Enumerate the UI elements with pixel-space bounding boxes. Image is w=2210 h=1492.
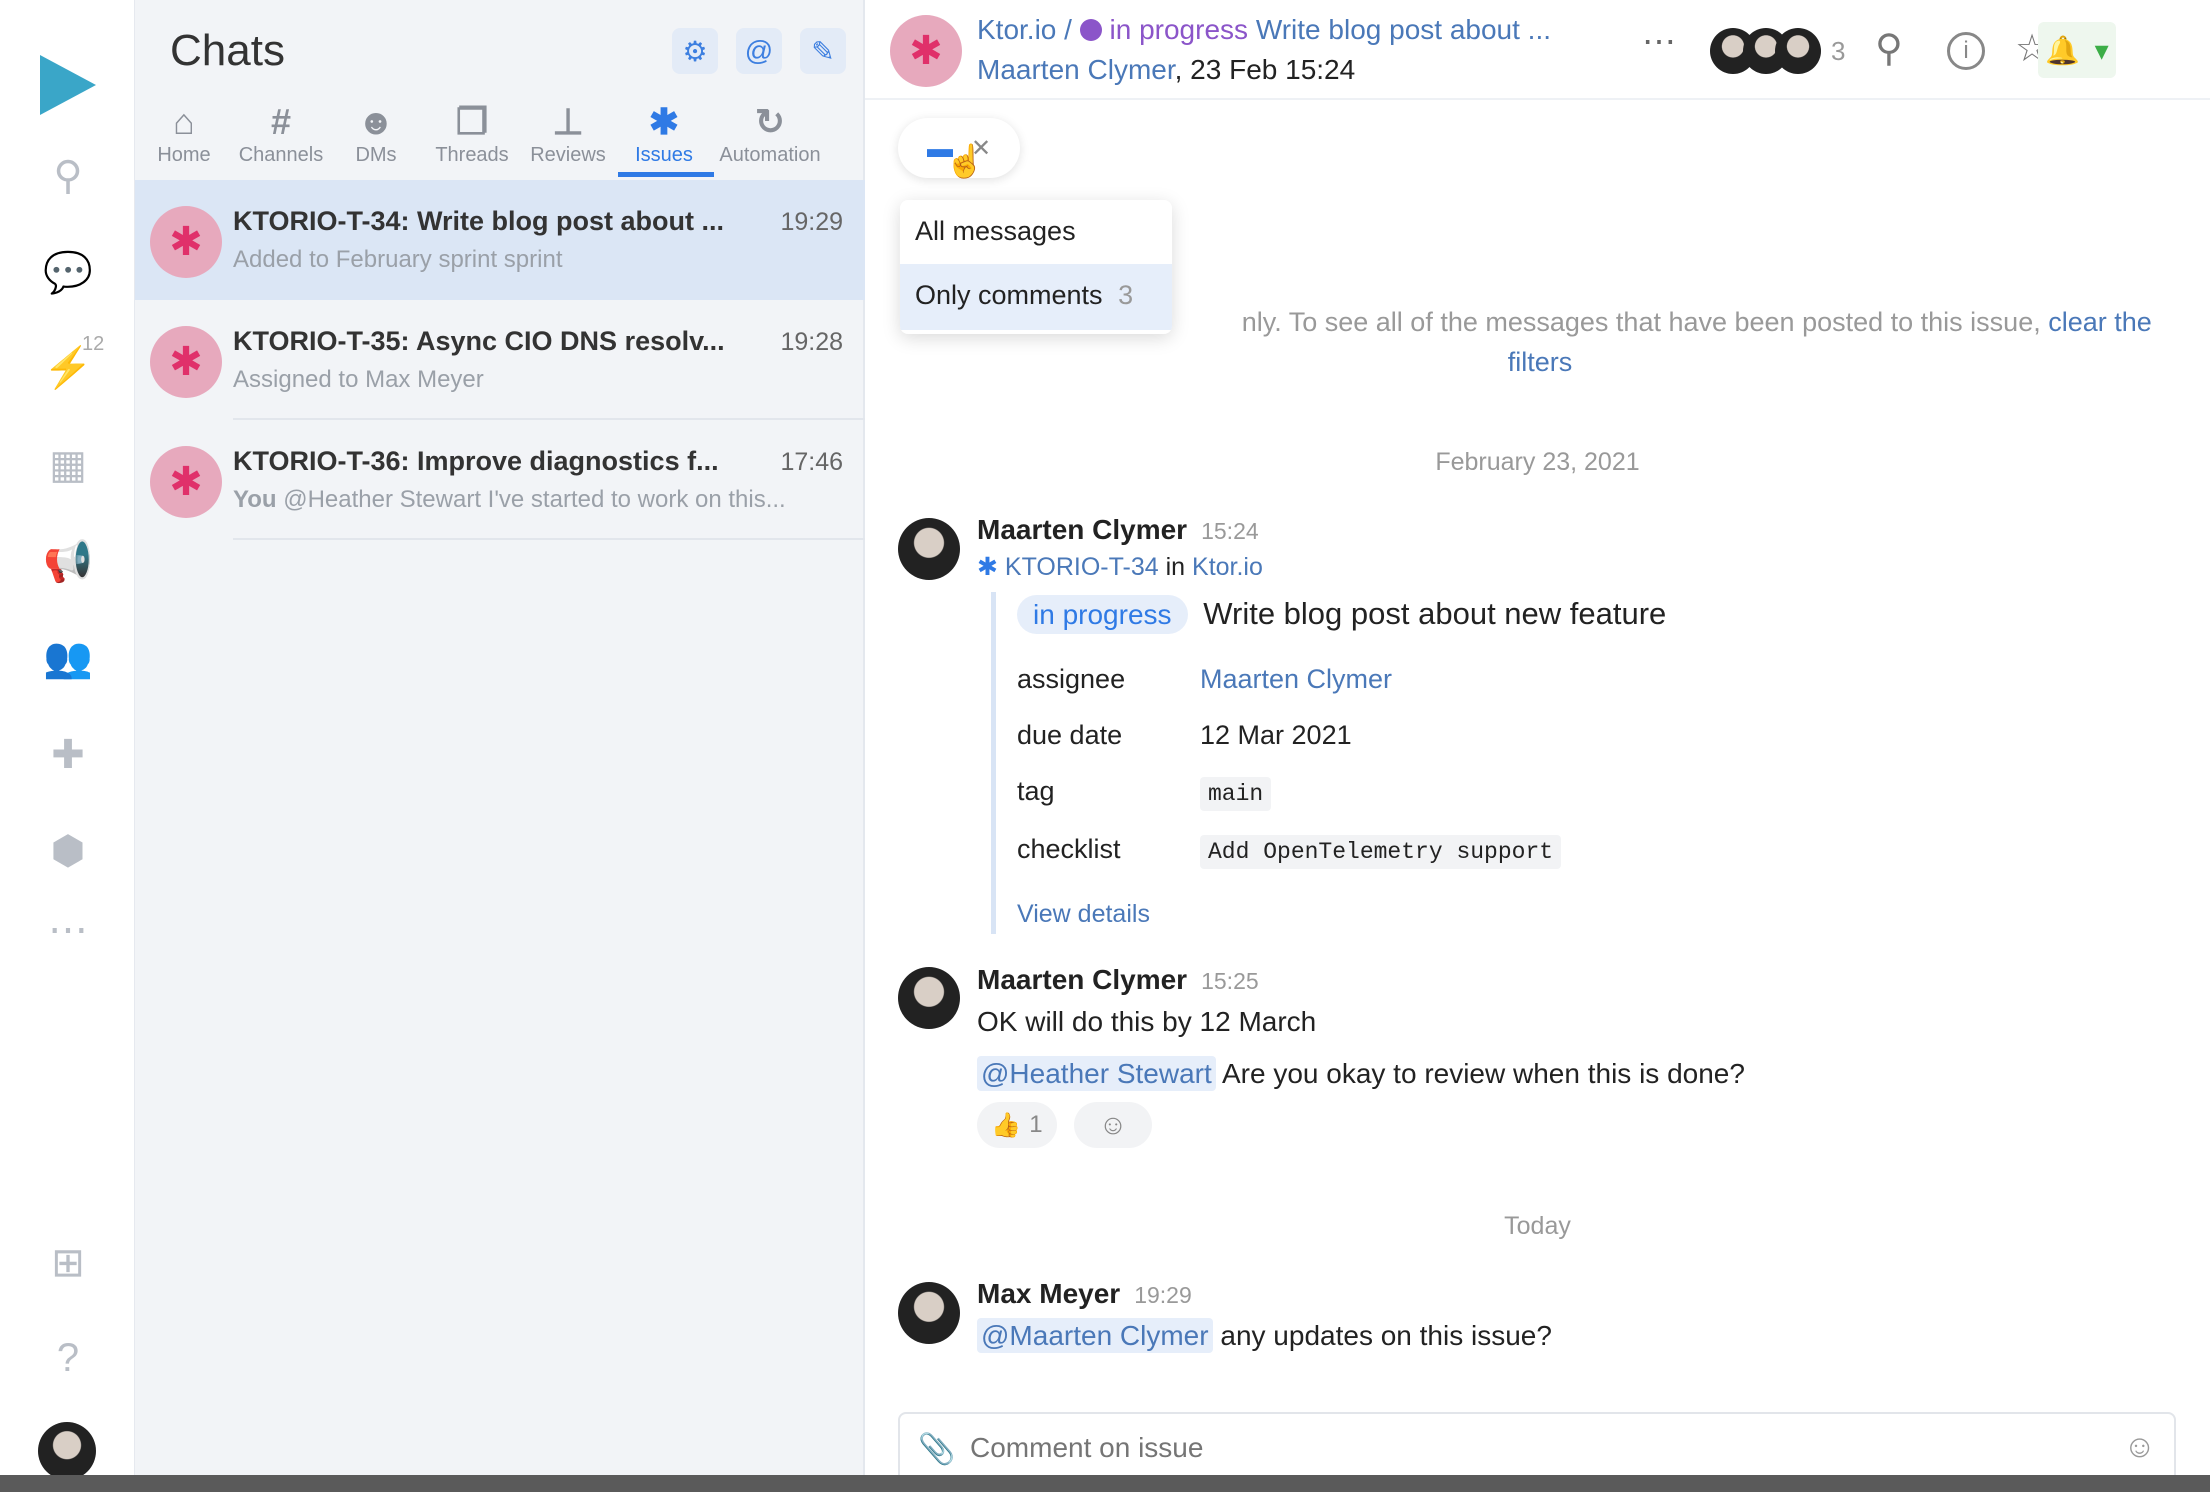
settings-button[interactable]: ⚙ [672, 28, 718, 74]
avatar[interactable] [898, 1282, 960, 1344]
date-separator: February 23, 2021 [1435, 448, 1640, 476]
date-separator: Today [1504, 1212, 1571, 1240]
tab-reviews[interactable]: ⊥ Reviews [520, 100, 616, 167]
mention[interactable]: @Heather Stewart [977, 1056, 1216, 1091]
bell-icon: 🔔 [2045, 34, 2081, 66]
refresh-icon: ↻ [754, 101, 786, 142]
activity-badge: 12 [82, 333, 105, 355]
status-badge: in progress [1017, 595, 1188, 634]
divider [233, 538, 865, 540]
comment-input[interactable] [970, 1426, 2070, 1470]
tab-issues[interactable]: ✱ Issues [616, 100, 714, 177]
issue-title[interactable]: Write blog post about new feature [1203, 596, 1666, 631]
chevron-down-icon: ▾ [2094, 34, 2109, 66]
add-icon[interactable]: ⊞ [42, 1237, 94, 1289]
thumbs-up-icon: 👍 [991, 1111, 1022, 1139]
profile-avatar[interactable] [38, 1422, 96, 1480]
bottom-bar [0, 1475, 2210, 1492]
avatar[interactable] [898, 967, 960, 1029]
compose-button[interactable]: ✎ [800, 28, 846, 74]
apps-icon[interactable]: ▦ [42, 439, 94, 491]
help-icon[interactable]: ? [42, 1332, 94, 1384]
asterisk-icon: ✱ [977, 553, 998, 581]
issue-avatar: ✱ [150, 206, 222, 278]
list-item[interactable]: ✱ KTORIO-T-36: Improve diagnostics f... … [135, 420, 865, 540]
project-link[interactable]: Ktor.io [977, 14, 1056, 45]
list-item[interactable]: ✱ KTORIO-T-35: Async CIO DNS resolv... 1… [135, 300, 865, 420]
option-all-messages[interactable]: All messages [900, 200, 1172, 264]
more-icon[interactable]: ⋯ [42, 904, 94, 956]
tab-home[interactable]: ⌂ Home [136, 100, 232, 167]
clear-filters-link[interactable]: filters [1508, 347, 1573, 377]
option-only-comments[interactable]: Only comments 3 [900, 264, 1172, 330]
tab-threads[interactable]: ❐ Threads [424, 100, 520, 167]
issue-link[interactable]: KTORIO-T-34 [1005, 553, 1159, 581]
reaction-thumbs-up[interactable]: 👍 1 [977, 1102, 1057, 1148]
logo-icon[interactable] [40, 55, 96, 115]
threads-icon: ❐ [455, 101, 489, 142]
tab-automation[interactable]: ↻ Automation [712, 100, 828, 167]
hash-icon: # [270, 101, 292, 142]
puzzle-icon[interactable]: ✚ [42, 729, 94, 781]
status-dot [1079, 19, 1102, 41]
member-avatar[interactable] [1775, 28, 1821, 74]
issue-avatar: ✱ [150, 326, 222, 398]
asterisk-icon: ✱ [648, 101, 680, 142]
tab-channels[interactable]: # Channels [233, 100, 329, 167]
emoji-icon[interactable]: ☺ [2123, 1428, 2156, 1465]
issue-avatar: ✱ [150, 446, 222, 518]
author-link[interactable]: Maarten Clymer [977, 54, 1175, 85]
view-details-link[interactable]: View details [1017, 900, 1150, 929]
chats-panel: Chats ⚙ @ ✎ ⌂ Home # Channels ☻ DMs ❐ Thread… [135, 0, 865, 1492]
message-author[interactable]: Max Meyer 19:29 [977, 1278, 1192, 1310]
person-icon: ☻ [357, 101, 395, 142]
avatar[interactable] [898, 518, 960, 580]
mention[interactable]: @Maarten Clymer [977, 1318, 1213, 1353]
chats-title: Chats [170, 26, 285, 75]
megaphone-icon[interactable]: 📢 [42, 535, 94, 587]
search-icon[interactable]: ⚲ [42, 150, 94, 202]
clear-filters-link[interactable]: clear the [2048, 307, 2152, 337]
assignee-link[interactable]: Maarten Clymer [1200, 664, 1392, 695]
info-icon[interactable]: i [1947, 32, 1985, 70]
team-icon[interactable]: 👥 [42, 631, 94, 683]
message-author[interactable]: Maarten Clymer 15:25 [977, 964, 1259, 996]
attach-icon[interactable]: 📎 [918, 1432, 955, 1467]
lightning-icon[interactable]: ⚡ 12 [42, 333, 104, 393]
message-author[interactable]: Maarten Clymer 15:24 [977, 514, 1259, 546]
checklist-value: Add OpenTelemetry support [1200, 835, 1562, 869]
status-label: in progress [1109, 14, 1249, 45]
list-item[interactable]: ✱ KTORIO-T-34: Write blog post about ...… [135, 180, 865, 300]
notification-button[interactable]: 🔔 ▾ [2038, 22, 2116, 78]
issue-card-border [991, 592, 996, 934]
more-icon[interactable]: ⋯ [1642, 22, 1676, 62]
search-icon[interactable]: ⚲ [1875, 26, 1903, 71]
stamp-icon: ⊥ [552, 101, 584, 142]
cursor-icon: ☝ [945, 143, 985, 179]
mentions-button[interactable]: @ [736, 28, 782, 74]
tag-value: main [1200, 777, 1272, 811]
hexagon-icon[interactable]: ⬢ [42, 825, 94, 877]
active-tab-underline [618, 172, 714, 177]
add-reaction-button[interactable]: ☺ [1074, 1102, 1152, 1148]
app-rail: ⚲ 💬 ⚡ 12 ▦ 📢 👥 ✚ ⬢ ⋯ ⊞ ? [0, 0, 135, 1492]
chat-icon[interactable]: 💬 [42, 246, 94, 298]
header: ✱ Ktor.io / in progress Write blog post … [865, 0, 2210, 100]
member-count[interactable]: 3 [1831, 36, 1845, 67]
filter-dropdown: All messages Only comments 3 [900, 200, 1172, 334]
home-icon: ⌂ [173, 101, 195, 142]
project-link[interactable]: Ktor.io [1192, 553, 1263, 581]
tab-dms[interactable]: ☻ DMs [328, 100, 424, 167]
header-title: Ktor.io / in progress Write blog post ab… [977, 14, 1552, 45]
